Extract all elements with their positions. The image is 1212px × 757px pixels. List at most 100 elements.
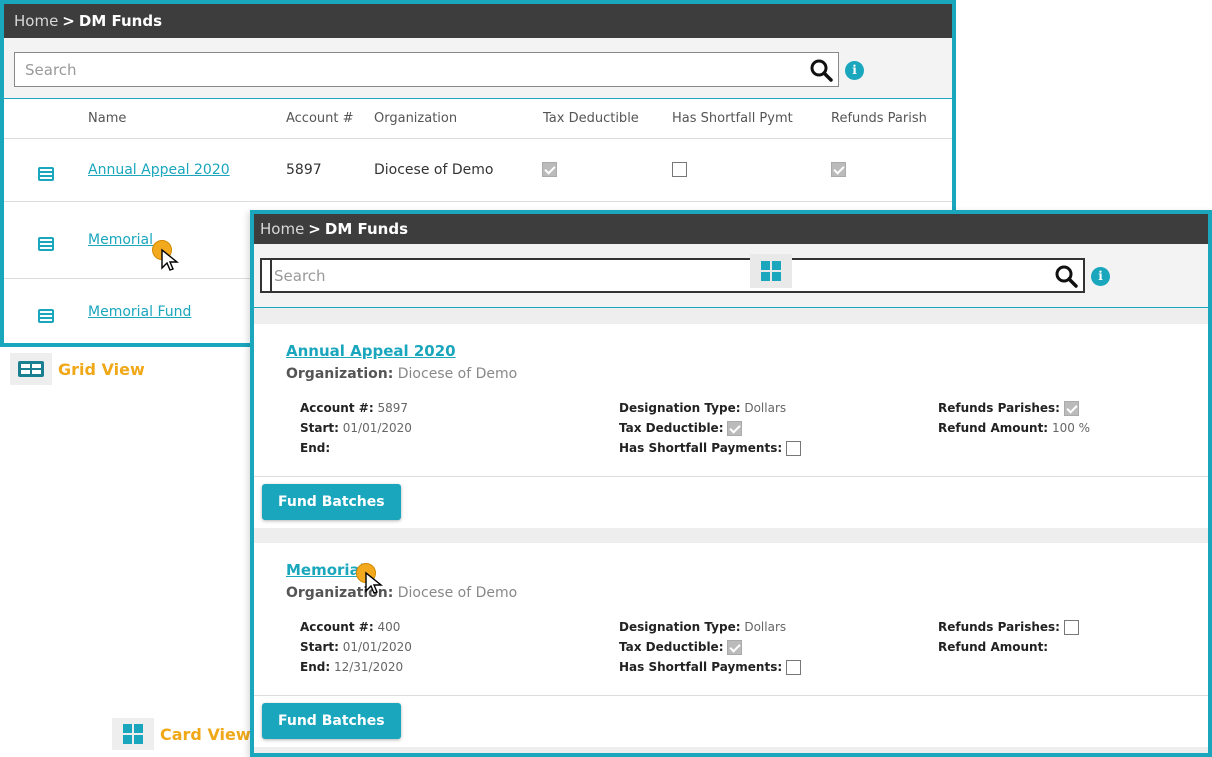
column-header[interactable]: Organization <box>373 99 542 139</box>
search-bar: i <box>254 244 1208 308</box>
card-column-2: Designation Type: Dollars Tax Deductible… <box>619 398 801 458</box>
refunds-parishes-label: Refunds Parishes: <box>938 401 1060 415</box>
start-value: 01/01/2020 <box>342 421 412 435</box>
tax-deductible-checkbox <box>727 640 743 655</box>
search-icon[interactable] <box>804 53 838 87</box>
account-cell: 5897 <box>285 138 373 202</box>
search-box <box>260 258 1085 293</box>
info-icon[interactable]: i <box>1091 267 1110 286</box>
fund-card: Memorial Organization: Diocese of Demo A… <box>254 543 1208 747</box>
refunds-cell <box>830 138 952 202</box>
organization-value: Diocese of Demo <box>397 585 518 601</box>
search-box <box>14 52 839 87</box>
end-label: End: <box>300 660 331 674</box>
search-input[interactable] <box>15 53 804 86</box>
chevron-right-icon: > <box>308 220 321 238</box>
organization-line: Organization: Diocese of Demo <box>286 585 517 601</box>
refund-amount-label: Refund Amount: <box>938 421 1049 435</box>
end-value: 12/31/2020 <box>333 660 404 674</box>
shortfall-cell <box>671 138 830 202</box>
grid-view-label: Grid View <box>10 353 145 385</box>
card-column-3: Refunds Parishes: Refund Amount: 100 % <box>938 398 1090 438</box>
refunds-parishes-checkbox <box>1063 401 1079 416</box>
refunds-parish-checkbox <box>831 162 846 177</box>
card-column-1: Account #: 5897 Start: 01/01/2020 End: <box>300 398 412 458</box>
card-column-1: Account #: 400 Start: 01/01/2020 End: 12… <box>300 617 412 677</box>
refunds-parishes-label: Refunds Parishes: <box>938 620 1060 634</box>
list-icon[interactable] <box>37 308 54 323</box>
fund-batches-button[interactable]: Fund Batches <box>262 703 401 739</box>
account-label: Account #: <box>300 620 374 634</box>
account-label: Account #: <box>300 401 374 415</box>
breadcrumb: Home > DM Funds <box>254 214 1208 244</box>
icon-column-header <box>4 99 87 139</box>
info-icon[interactable]: i <box>845 61 864 80</box>
start-value: 01/01/2020 <box>342 640 412 654</box>
column-header[interactable]: Account # <box>285 99 373 139</box>
card-footer: Fund Batches <box>254 695 1208 747</box>
list-icon[interactable] <box>37 236 54 251</box>
designation-label: Designation Type: <box>619 401 741 415</box>
has-shortfall-checkbox <box>672 162 687 177</box>
fund-title-link[interactable]: Annual Appeal 2020 <box>286 342 456 360</box>
card-view-window: Home > DM Funds i Annual Appeal 2020 Org… <box>250 210 1212 757</box>
breadcrumb-home[interactable]: Home <box>14 12 58 30</box>
search-input[interactable] <box>270 260 1049 291</box>
fund-name-link[interactable]: Annual Appeal 2020 <box>88 162 230 178</box>
fund-name-link[interactable]: Memorial Fund <box>88 304 191 320</box>
organization-cell: Diocese of Demo <box>373 138 542 202</box>
breadcrumb-current: DM Funds <box>324 220 408 238</box>
shortfall-label: Has Shortfall Payments: <box>619 441 783 455</box>
tax-deductible-label: Tax Deductible: <box>619 421 724 435</box>
card-view-toggle[interactable] <box>750 254 792 288</box>
fund-name-link[interactable]: Memorial <box>88 232 153 248</box>
grid-view-label-text: Grid View <box>58 359 145 379</box>
column-header[interactable]: Refunds Parish <box>830 99 952 139</box>
organization-value: Diocese of Demo <box>397 366 518 382</box>
row-icon-cell <box>4 138 87 202</box>
tax-deductible-label: Tax Deductible: <box>619 640 724 654</box>
column-header[interactable]: Name <box>87 99 285 139</box>
row-icon-cell <box>4 278 87 343</box>
tax-deductible-checkbox <box>542 162 557 177</box>
refund-amount-label: Refund Amount: <box>938 640 1049 654</box>
tax-deductible-checkbox <box>727 421 743 436</box>
search-icon[interactable] <box>1049 259 1083 293</box>
breadcrumb-current: DM Funds <box>78 12 162 30</box>
card-footer: Fund Batches <box>254 476 1208 528</box>
breadcrumb: Home > DM Funds <box>4 4 952 38</box>
card-view-icon <box>112 718 154 750</box>
organization-line: Organization: Diocese of Demo <box>286 366 517 382</box>
designation-value: Dollars <box>744 620 787 634</box>
search-bar: i <box>4 38 952 99</box>
grid-view-icon <box>10 353 52 385</box>
organization-label: Organization: <box>286 366 394 382</box>
column-header[interactable]: Tax Deductible <box>542 99 671 139</box>
card-list: Annual Appeal 2020 Organization: Diocese… <box>254 308 1208 753</box>
card-view-label: Card View <box>112 718 251 750</box>
fund-title-link[interactable]: Memorial <box>286 561 365 579</box>
column-header[interactable]: Has Shortfall Pymt <box>671 99 830 139</box>
list-icon[interactable] <box>37 166 54 181</box>
end-label: End: <box>300 441 331 455</box>
designation-value: Dollars <box>744 401 787 415</box>
card-column-3: Refunds Parishes: Refund Amount: <box>938 617 1079 657</box>
account-value: 400 <box>377 620 401 634</box>
fund-card: Annual Appeal 2020 Organization: Diocese… <box>254 324 1208 528</box>
has-shortfall-checkbox <box>785 441 801 456</box>
table-header-row: Name Account # Organization Tax Deductib… <box>4 99 952 139</box>
card-view-icon <box>761 261 781 281</box>
breadcrumb-home[interactable]: Home <box>260 220 304 238</box>
designation-label: Designation Type: <box>619 620 741 634</box>
account-value: 5897 <box>377 401 408 415</box>
card-view-label-text: Card View <box>160 724 251 744</box>
start-label: Start: <box>300 640 339 654</box>
chevron-right-icon: > <box>62 12 75 30</box>
start-label: Start: <box>300 421 339 435</box>
refunds-parishes-checkbox <box>1063 620 1079 635</box>
card-column-2: Designation Type: Dollars Tax Deductible… <box>619 617 801 677</box>
name-cell: Annual Appeal 2020 <box>87 138 285 202</box>
tax-deductible-cell <box>542 138 671 202</box>
fund-batches-button[interactable]: Fund Batches <box>262 484 401 520</box>
refund-amount-value: 100 % <box>1051 421 1091 435</box>
